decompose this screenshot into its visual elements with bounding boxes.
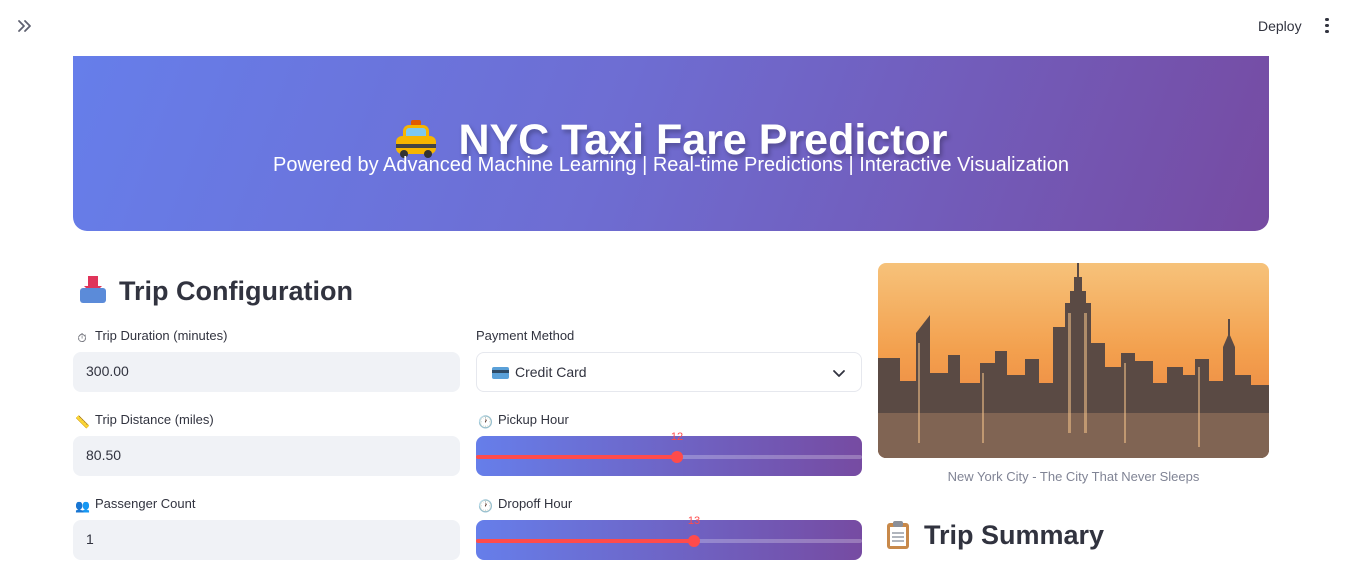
payment-method-select[interactable]: Credit Card — [476, 352, 862, 392]
taxi-icon — [394, 120, 438, 158]
dropoff-hour-slider[interactable]: 13 — [476, 515, 862, 560]
passenger-count-label: 👥 Passenger Count — [75, 496, 196, 513]
trip-distance-label: 📏 Trip Distance (miles) — [75, 412, 214, 429]
trip-duration-label: ⏱ Trip Duration (minutes) — [75, 328, 227, 345]
ruler-icon: 📏 — [75, 415, 90, 429]
stopwatch-icon: ⏱ — [77, 331, 87, 345]
expand-sidebar-icon[interactable] — [14, 15, 36, 37]
image-caption: New York City - The City That Never Slee… — [947, 469, 1200, 484]
trip-configuration-heading: Trip Configuration — [79, 276, 353, 307]
nyc-skyline-image — [878, 263, 1269, 458]
top-bar: Deploy — [0, 0, 1348, 52]
trip-distance-value[interactable]: 80.50 — [86, 447, 121, 463]
hero-banner: NYC Taxi Fare Predictor Powered by Advan… — [73, 56, 1269, 231]
trip-summary-heading: Trip Summary — [884, 520, 1104, 551]
passenger-count-value[interactable]: 1 — [86, 531, 94, 547]
pickup-hour-slider[interactable]: 12 — [476, 431, 862, 476]
chevron-down-icon[interactable] — [831, 365, 847, 381]
trip-duration-value[interactable]: 300.00 — [86, 363, 129, 379]
clipboard-icon — [884, 520, 912, 549]
page-subtitle: Powered by Advanced Machine Learning | R… — [272, 154, 1069, 176]
dropoff-hour-value: 13 — [687, 515, 701, 527]
pickup-hour-label: 🕐 Pickup Hour — [478, 412, 569, 429]
payment-method-label: Payment Method — [476, 328, 575, 343]
pickup-hour-slider-thumb[interactable] — [671, 451, 683, 463]
credit-card-icon — [492, 367, 509, 379]
pickup-hour-value: 12 — [670, 431, 684, 443]
main-menu-icon[interactable] — [1316, 15, 1338, 37]
people-icon: 👥 — [75, 499, 90, 513]
slider-fill — [476, 539, 694, 543]
passenger-count-input[interactable]: 1 − + — [73, 520, 521, 560]
payment-method-value: Credit Card — [515, 364, 587, 380]
deploy-button[interactable]: Deploy — [1252, 14, 1308, 38]
slider-fill — [476, 455, 677, 459]
trip-duration-input[interactable]: 300.00 − + — [73, 352, 521, 392]
clock-icon: 🕐 — [478, 415, 493, 429]
trip-distance-input[interactable]: 80.50 − + — [73, 436, 521, 476]
clock-icon: 🕐 — [478, 499, 493, 513]
dropoff-hour-label: 🕐 Dropoff Hour — [478, 496, 573, 513]
inbox-tray-icon — [79, 276, 107, 304]
dropoff-hour-slider-thumb[interactable] — [688, 535, 700, 547]
